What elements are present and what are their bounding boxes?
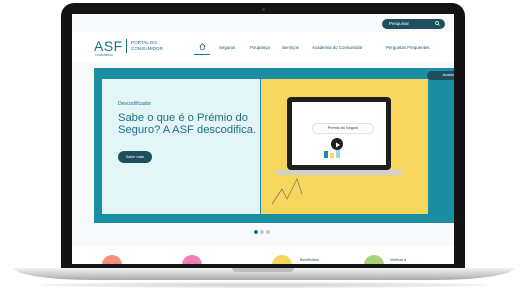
illustration-doodle [271, 178, 303, 205]
hero-text-panel [102, 79, 260, 214]
top-bar: Pesquisar [72, 14, 454, 32]
nav-item-servicos[interactable]: Serviços [282, 45, 299, 50]
search-label: Pesquisar [389, 21, 410, 26]
hero-eyebrow: Descodificador [118, 101, 152, 107]
home-icon[interactable] [199, 43, 206, 50]
illustration-search-bar: Prémio do Seguro [313, 124, 373, 133]
carousel-dot[interactable] [266, 230, 270, 234]
quick-link-label-verificar[interactable]: Verificar a [390, 258, 406, 262]
carousel-dot-active[interactable] [254, 230, 258, 234]
rate-button[interactable]: Avaliar [427, 71, 454, 80]
rate-label: Avaliar [442, 73, 454, 77]
home-underline [194, 54, 210, 55]
laptop-notch [232, 268, 294, 272]
laptop-shadow [40, 282, 488, 288]
laptop-screen: Pesquisar ASF CONSUMIDOR PORTAL DO CONSU… [72, 14, 454, 264]
logo-divider [126, 39, 127, 53]
carousel-dot[interactable] [260, 230, 264, 234]
search-button[interactable]: Pesquisar [382, 19, 445, 29]
nav-item-seguros[interactable]: Seguros [219, 45, 235, 50]
illustration-coins-icon [324, 150, 340, 158]
logo-portal-line2: CONSUMIDOR [131, 45, 163, 51]
logo-asf[interactable]: ASF [94, 38, 123, 54]
logo-portal-text[interactable]: PORTAL DO CONSUMIDOR [131, 40, 163, 51]
quick-link-label-beneficiario[interactable]: Beneficiário [300, 258, 319, 262]
search-icon [435, 21, 440, 26]
nav-item-perguntas[interactable]: Perguntas Frequentes [386, 45, 429, 50]
camera-icon [262, 8, 265, 11]
hero-title: Sabe o que é o Prémio do Seguro? A ASF d… [118, 112, 257, 136]
nav-item-poupanca[interactable]: Poupança [250, 45, 270, 50]
site-header: ASF CONSUMIDOR PORTAL DO CONSUMIDOR Segu… [72, 32, 454, 62]
nav-item-academia[interactable]: Academia do Consumidor [312, 45, 363, 50]
logo-subtitle: CONSUMIDOR [95, 54, 114, 57]
saber-mais-button[interactable]: Saber mais [118, 151, 152, 163]
